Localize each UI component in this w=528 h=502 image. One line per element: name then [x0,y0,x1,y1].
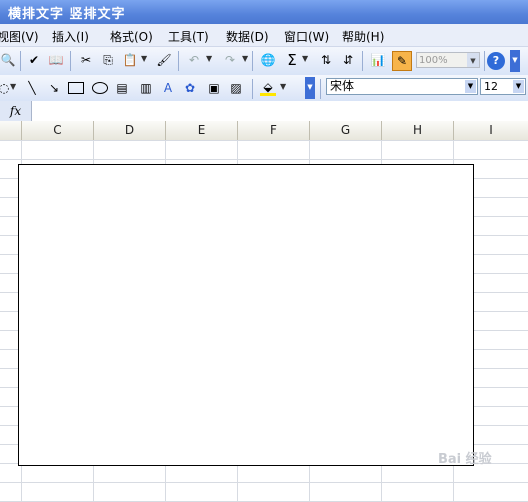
spelling-icon[interactable]: ✔ [26,52,42,68]
toolbar-separator [178,51,179,71]
menu-format[interactable]: 格式(O) [110,28,153,45]
column-header-c[interactable]: C [22,121,94,140]
chevron-down-icon[interactable]: ▼ [467,53,479,67]
print-preview-icon[interactable]: 🔍 [0,52,16,68]
undo-icon[interactable]: ↶ [186,52,202,68]
oval-icon[interactable] [92,80,108,96]
menu-window[interactable]: 窗口(W) [284,28,329,45]
font-select[interactable]: 宋体 ▼ [326,78,478,95]
toolbar-separator [252,79,253,99]
toolbar-separator [362,51,363,71]
wordart-icon[interactable]: A [160,80,176,96]
toolbar-separator [20,51,21,71]
column-header-g[interactable]: G [310,121,382,140]
hyperlink-icon[interactable]: 🌐 [260,52,276,68]
menu-tools[interactable]: 工具(T) [168,28,209,45]
drawing-icon[interactable]: ✎ [392,51,412,71]
chart-wizard-icon[interactable]: 📊 [370,52,386,68]
zoom-select[interactable]: 100% ▼ [416,52,480,68]
line-icon[interactable]: ╲ [24,80,40,96]
title-bar: 横排文字 竖排文字 [0,0,528,24]
column-header-i[interactable]: I [454,121,528,140]
diagram-icon[interactable]: ✿ [182,80,198,96]
redo-dropdown-icon[interactable]: ▼ [242,54,248,63]
fill-color-icon[interactable]: ⬙ [260,80,276,96]
toolbar-separator [70,51,71,71]
research-icon[interactable]: 📖 [48,52,64,68]
arrow-icon[interactable]: ↘ [46,80,62,96]
copy-icon[interactable]: ⎘ [100,52,116,68]
menu-data[interactable]: 数据(D) [226,28,269,45]
picture-icon[interactable]: ▨ [228,80,244,96]
paste-dropdown-icon[interactable]: ▼ [141,54,147,63]
insert-function-icon[interactable]: fx [0,101,32,121]
text-box-shape[interactable] [18,164,474,466]
fill-color-dropdown-icon[interactable]: ▼ [280,82,286,91]
redo-icon[interactable]: ↷ [222,52,238,68]
rectangle-icon[interactable] [68,80,84,96]
column-header-d[interactable]: D [94,121,166,140]
window-title: 横排文字 竖排文字 [8,7,126,22]
sort-ascending-icon[interactable]: ⇅ [318,52,334,68]
textbox-icon[interactable]: ▤ [114,80,130,96]
cut-icon[interactable]: ✂ [78,52,94,68]
column-header-partial[interactable] [0,121,22,140]
paste-icon[interactable]: 📋 [122,52,138,68]
chevron-down-icon[interactable]: ▼ [465,80,476,93]
column-header-h[interactable]: H [382,121,454,140]
menu-help[interactable]: 帮助(H) [342,28,384,45]
sort-descending-icon[interactable]: ⇵ [340,52,356,68]
formula-input[interactable] [32,101,528,121]
toolbar-grip [320,79,321,99]
autosum-dropdown-icon[interactable]: ▼ [302,54,308,63]
menu-view[interactable]: 视图(V) [0,28,39,45]
column-header-e[interactable]: E [166,121,238,140]
autosum-icon[interactable]: Σ [284,51,300,69]
undo-dropdown-icon[interactable]: ▼ [206,54,212,63]
toolbar-options-icon[interactable]: ▼ [510,50,520,72]
column-header-f[interactable]: F [238,121,310,140]
menu-insert[interactable]: 插入(I) [52,28,89,45]
formula-bar: fx [0,101,528,122]
format-painter-icon[interactable]: 🖌 [156,52,172,68]
toolbar-separator [252,51,253,71]
toolbar-separator [484,51,485,71]
autoshapes-dropdown-icon[interactable]: ▼ [10,82,16,91]
help-icon[interactable]: ? [487,52,505,70]
watermark: Bai 经验 [438,452,492,467]
font-value: 宋体 [330,79,355,93]
toolbar-options-icon[interactable]: ▼ [305,77,315,99]
menu-bar: 视图(V) 插入(I) 格式(O) 工具(T) 数据(D) 窗口(W) 帮助(H… [0,24,528,47]
font-size-select[interactable]: 12 ▼ [480,78,526,95]
clipart-icon[interactable]: ▣ [206,80,222,96]
column-headers: C D E F G H I [0,121,528,141]
vertical-textbox-icon[interactable]: ▥ [138,80,154,96]
font-size-value: 12 [484,80,498,93]
chevron-down-icon[interactable]: ▼ [513,80,524,93]
zoom-value: 100% [419,55,448,66]
